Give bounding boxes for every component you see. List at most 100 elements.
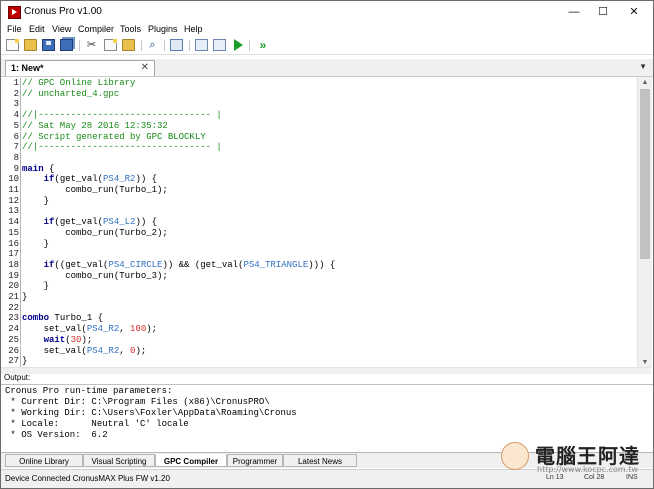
code-token: , <box>119 345 131 356</box>
fold-margin <box>20 142 21 153</box>
output-line: * OS Version: 6.2 <box>5 430 108 440</box>
code-token: if <box>43 259 55 270</box>
editor-vertical-scrollbar[interactable]: ▲ ▼ <box>637 77 652 369</box>
code-token: PS4_TRIANGLE <box>243 259 309 270</box>
run-icon[interactable] <box>234 39 243 51</box>
editor-horizontal-scrollbar[interactable] <box>1 367 651 374</box>
line-number: 24 <box>8 324 19 335</box>
download-icon[interactable] <box>213 39 226 51</box>
tab-online-library[interactable]: Online Library <box>5 454 83 467</box>
output-line: Cronus Pro run-time parameters: <box>5 386 173 396</box>
code-text: // uncharted_4.gpc <box>22 89 119 100</box>
close-tab-icon[interactable]: ✕ <box>141 62 149 73</box>
code-token: )) { <box>135 174 158 185</box>
app-window: Cronus Pro v1.00 — ☐ ✕ File Edit View Co… <box>0 0 654 489</box>
line-number: 7 <box>13 142 19 153</box>
line-number: 25 <box>8 334 19 345</box>
output-line: * Current Dir: C:\Program Files (x86)\Cr… <box>5 397 270 407</box>
code-token: PS4_R2 <box>86 345 120 356</box>
code-token: { <box>43 163 55 174</box>
maximize-button[interactable]: ☐ <box>590 3 616 21</box>
code-text: combo_run(Turbo_3); <box>22 271 168 282</box>
fold-margin <box>20 206 21 218</box>
code-token: (get_val( <box>54 174 104 185</box>
close-button[interactable]: ✕ <box>621 3 647 21</box>
fold-margin <box>20 131 21 143</box>
code-editor[interactable]: 1// GPC Online Library 2// uncharted_4.gp… <box>1 77 637 369</box>
fold-margin <box>20 238 21 250</box>
editor-tab[interactable]: 1: New* ✕ <box>5 60 155 76</box>
cut-icon[interactable]: ✂ <box>85 39 98 51</box>
fold-margin <box>20 259 21 271</box>
save-all-icon[interactable] <box>60 39 73 51</box>
code-token: // Script generated by GPC BLOCKLY <box>22 131 206 142</box>
code-token: } <box>22 281 50 292</box>
watermark-url: http://www.kocpc.com.tw <box>537 465 638 474</box>
code-text: main { <box>22 164 54 175</box>
code-token: ))) { <box>308 259 336 270</box>
menu-tools[interactable]: Tools <box>120 23 141 36</box>
fold-margin <box>20 227 21 239</box>
line-number: 26 <box>8 345 19 356</box>
tab-programmer[interactable]: Programmer <box>227 454 283 467</box>
code-token: combo <box>22 313 50 324</box>
watermark: 電腦王阿達 http://www.kocpc.com.tw <box>499 438 649 476</box>
menu-help[interactable]: Help <box>184 23 203 36</box>
scroll-thumb[interactable] <box>640 89 650 259</box>
code-token: } <box>22 238 50 249</box>
code-token: ); <box>146 324 158 335</box>
copy-icon[interactable] <box>104 39 117 51</box>
menu-file[interactable]: File <box>7 23 22 36</box>
toolbar: ✂ ⌕ » <box>1 37 653 55</box>
code-text: } <box>22 292 27 303</box>
fold-margin <box>20 270 21 282</box>
code-token: PS4_R2 <box>86 324 120 335</box>
fold-margin <box>20 152 21 164</box>
menu-compiler[interactable]: Compiler <box>78 23 114 36</box>
code-token: )) { <box>135 217 158 228</box>
forward-icon[interactable]: » <box>255 39 271 51</box>
line-number: 14 <box>8 217 19 228</box>
tab-latest-news[interactable]: Latest News <box>283 454 357 467</box>
code-token: PS4_CIRCLE <box>108 259 163 270</box>
fold-margin <box>20 313 21 325</box>
compile-icon[interactable] <box>195 39 208 51</box>
title-bar[interactable]: Cronus Pro v1.00 — ☐ ✕ <box>1 1 653 23</box>
output-label: Output: <box>4 373 31 382</box>
line-number: 3 <box>13 99 19 110</box>
code-token: 100 <box>130 324 147 335</box>
fold-margin <box>20 174 21 185</box>
menu-plugins[interactable]: Plugins <box>148 23 178 36</box>
code-token: PS4_L2 <box>103 217 136 228</box>
fold-margin <box>20 345 21 357</box>
code-token: if <box>43 217 55 228</box>
code-token: } <box>22 292 28 302</box>
fold-margin <box>20 120 21 132</box>
fold-margin <box>20 110 21 121</box>
tab-gpc-compiler[interactable]: GPC Compiler <box>155 454 227 467</box>
code-token: //|-------------------------------- | <box>22 142 222 153</box>
menu-edit[interactable]: Edit <box>29 23 45 36</box>
code-token: wait <box>43 334 66 345</box>
view-panel-icon[interactable] <box>170 39 183 51</box>
minimize-button[interactable]: — <box>561 3 587 21</box>
paste-icon[interactable] <box>122 39 135 51</box>
tab-list-dropdown[interactable]: ▼ <box>639 62 647 71</box>
code-text: //|-------------------------------- | <box>22 142 222 153</box>
code-token: } <box>22 195 50 206</box>
new-file-icon[interactable] <box>6 39 19 51</box>
line-number: 18 <box>8 259 19 270</box>
code-text: if(get_val(PS4_L2)) { <box>22 217 157 228</box>
line-number: 2 <box>13 88 19 99</box>
code-token: // GPC Online Library <box>22 78 136 88</box>
save-icon[interactable] <box>42 39 55 51</box>
line-number: 20 <box>8 281 19 292</box>
find-icon[interactable]: ⌕ <box>146 39 159 51</box>
code-text: // Script generated by GPC BLOCKLY <box>22 132 206 143</box>
menu-view[interactable]: View <box>52 23 71 36</box>
line-number: 23 <box>8 313 19 324</box>
open-folder-icon[interactable] <box>24 39 37 51</box>
scroll-up-icon[interactable]: ▲ <box>640 78 650 88</box>
code-token: // uncharted_4.gpc <box>22 88 120 99</box>
tab-visual-scripting[interactable]: Visual Scripting <box>83 454 155 467</box>
